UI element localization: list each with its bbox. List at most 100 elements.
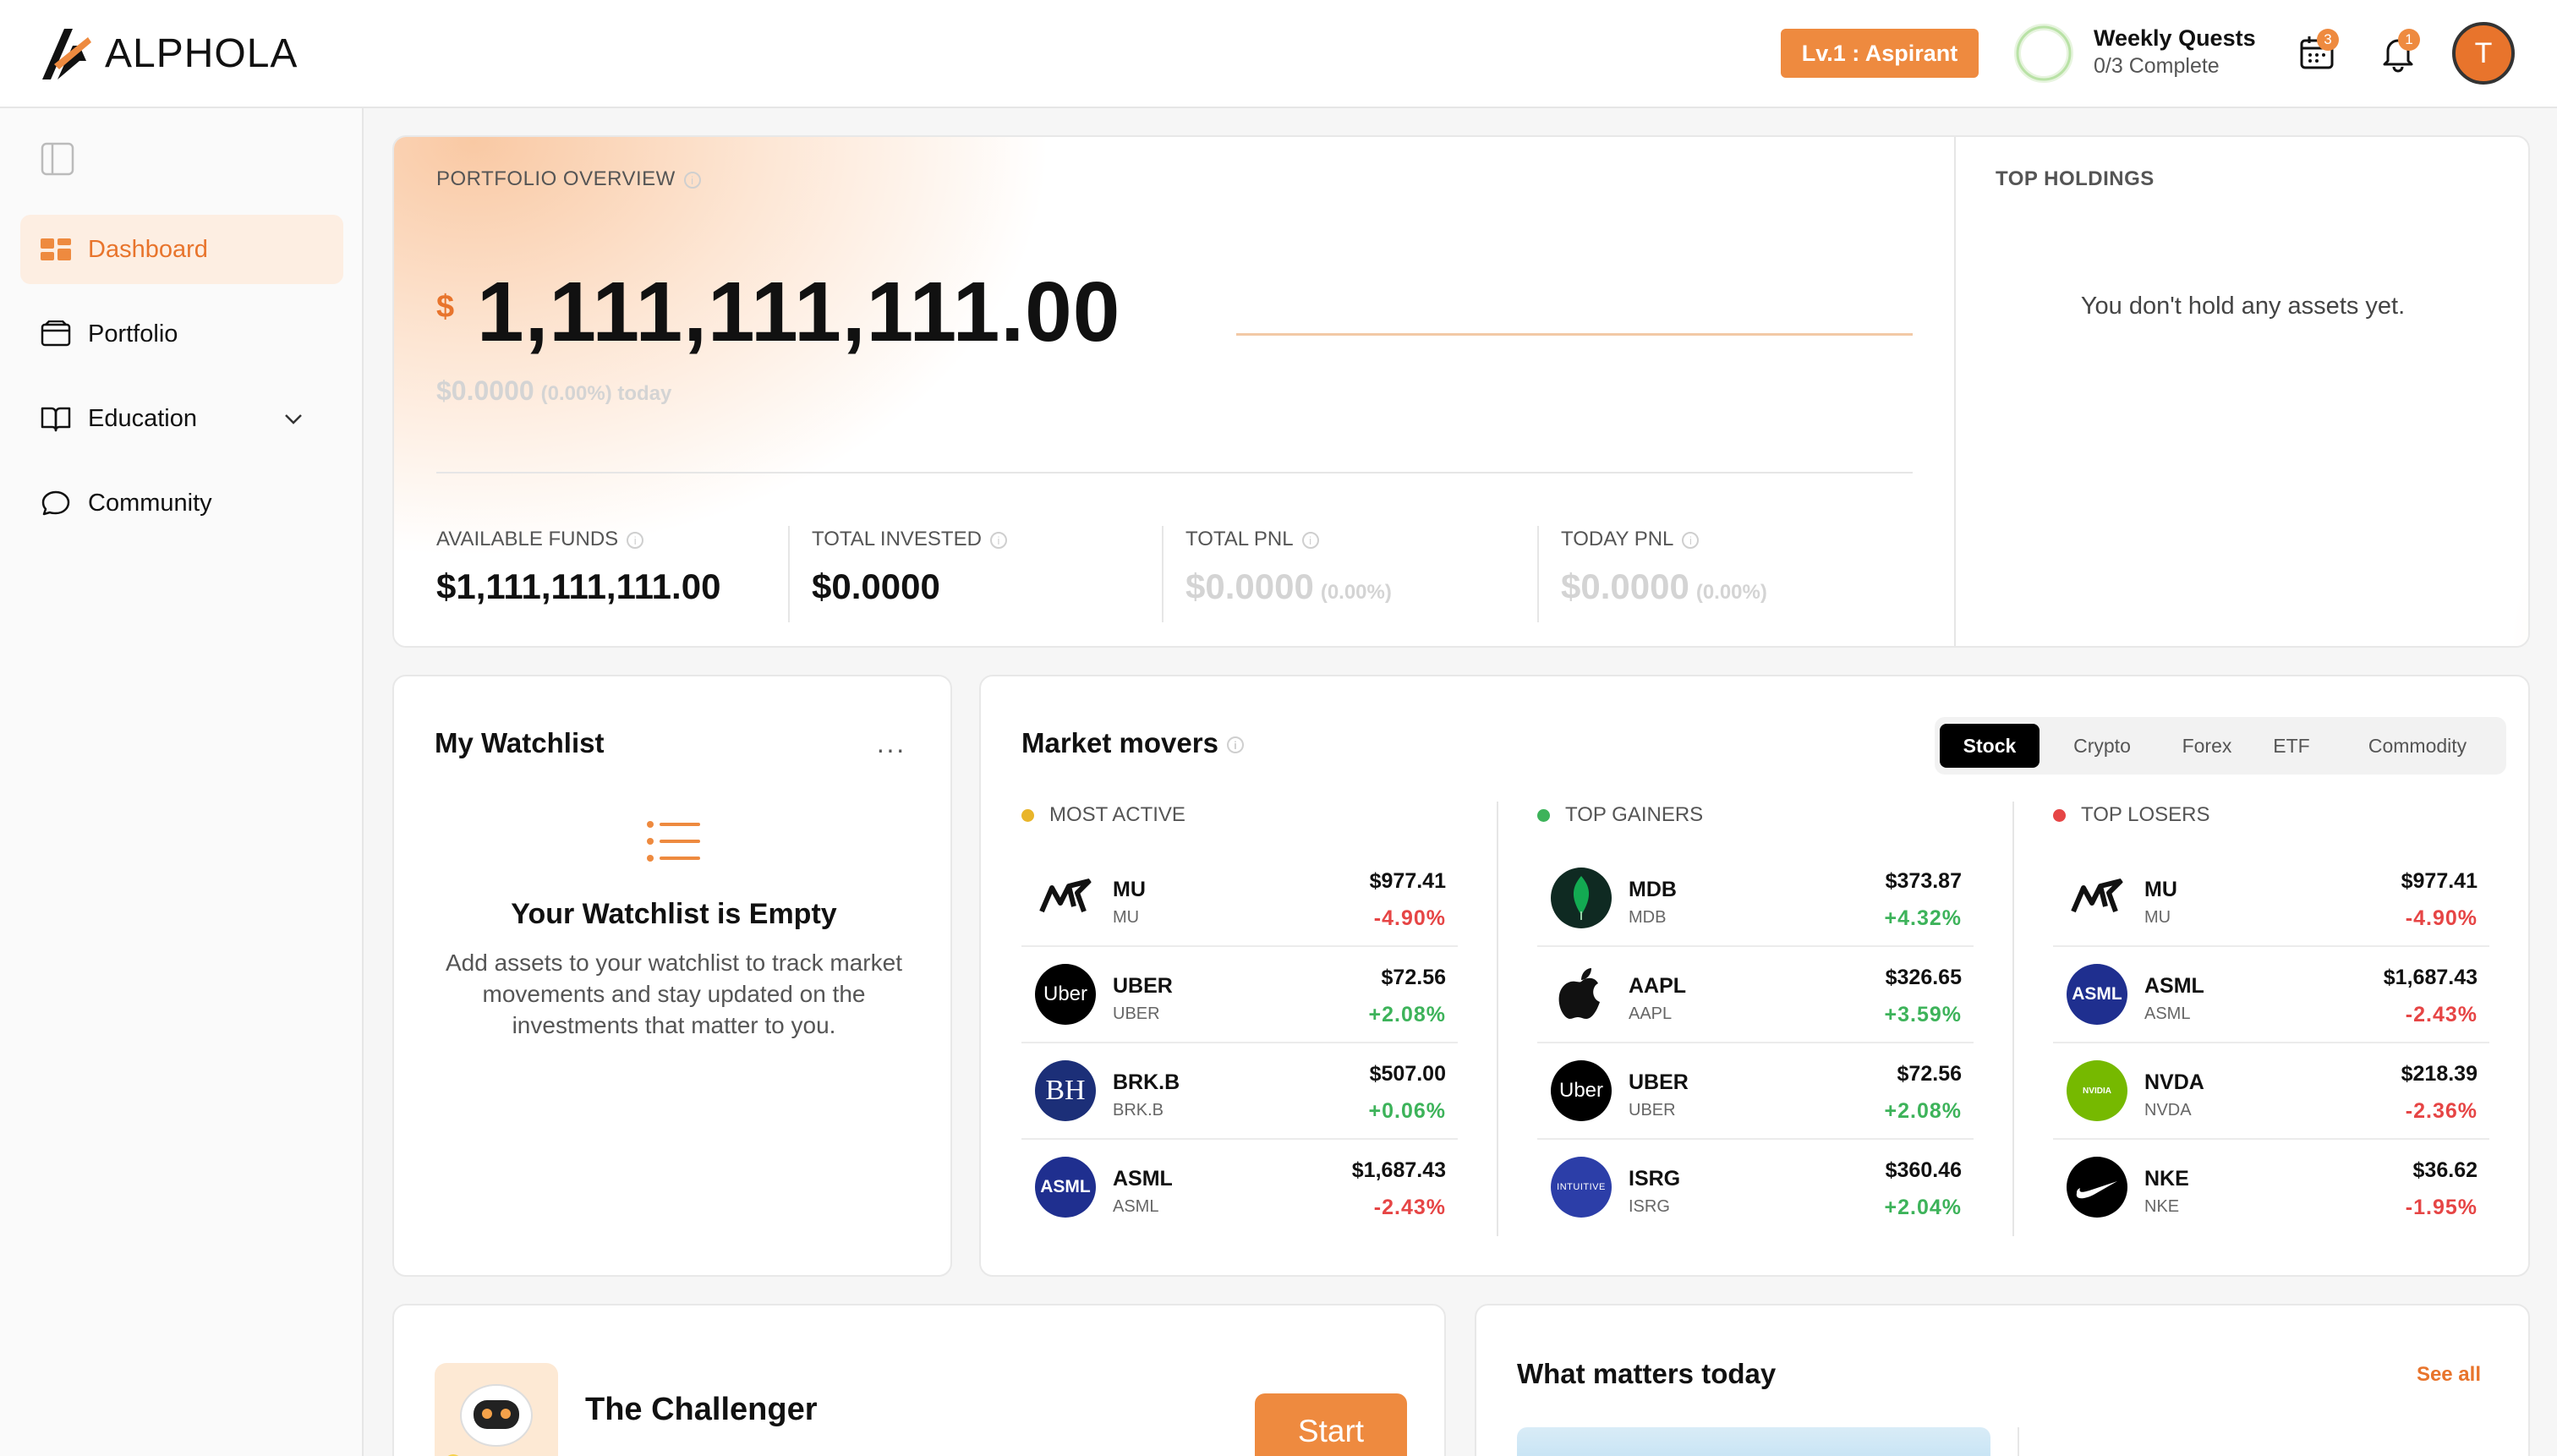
list-item[interactable]: ASML ASML ASML $1,687.43 -2.43% [1021,1140,1458,1236]
app-logo[interactable]: ALPHOLA [39,24,298,83]
decorative-glow [2508,391,2528,646]
robot-mascot-icon [435,1363,558,1456]
alphola-logo-icon [42,29,91,79]
list-item[interactable]: NKE NKE $36.62 -1.95% [2053,1140,2489,1236]
currency-symbol: $ [436,289,455,325]
watchlist-card: My Watchlist ··· Your Watchlist is Empty… [392,675,952,1277]
news-thumbnail[interactable] [1517,1427,1990,1456]
more-options-icon[interactable]: ··· [876,734,906,765]
info-icon[interactable]: i [627,531,644,549]
berkshire-logo-icon: BH [1035,1060,1096,1121]
book-icon [41,407,71,432]
sidebar-item-education[interactable]: Education [20,384,343,453]
news-card: What matters today See all [1475,1304,2530,1456]
divider [1162,526,1164,622]
sidebar: Dashboard Portfolio Education Community [0,108,364,1456]
stat-available-funds: AVAILABLE FUNDS i $1,111,111,111.00 [436,528,721,606]
stat-today-pnl: TODAY PNL i $0.0000 (0.00%) [1561,528,1767,606]
sidebar-item-label: Community [88,489,212,517]
asml-logo-icon: ASML [1035,1157,1096,1218]
calendar-badge: 3 [2317,29,2339,51]
dashboard-icon [41,238,71,260]
uber-logo-icon: Uber [1551,1060,1612,1121]
divider [1954,137,1956,646]
watchlist-empty-title: Your Watchlist is Empty [511,898,837,930]
apple-logo-icon [1551,964,1612,1025]
wallet-icon [41,320,71,347]
stat-total-invested: TOTAL INVESTED i $0.0000 [812,528,1007,607]
tab-commodity[interactable]: Commodity [2334,724,2501,768]
see-all-link[interactable]: See all [2417,1363,2481,1387]
list-item[interactable]: ASML ASML ASML $1,687.43 -2.43% [2053,947,2489,1043]
weekly-quests-progress-ring[interactable] [2012,22,2075,85]
nike-logo-icon [2067,1157,2127,1218]
portfolio-total-value: 1,111,111,111.00 [477,265,1121,359]
notification-badge: 1 [2398,29,2420,51]
logo-text: ALPHOLA [105,30,298,76]
list-item[interactable]: MU MU $977.41 -4.90% [1021,851,1458,947]
tab-stock[interactable]: Stock [1940,724,2040,768]
list-item[interactable]: BH BRK.B BRK.B $507.00 +0.06% [1021,1043,1458,1140]
top-bar: ALPHOLA Lv.1 : Aspirant Weekly Quests 0/… [0,0,2557,108]
divider [2018,1427,2019,1456]
top-holdings-label: TOP HOLDINGS [1996,167,2155,190]
asml-logo-icon: ASML [2067,964,2127,1025]
challenger-title: The Challenger [585,1392,818,1427]
info-icon[interactable]: i [683,171,701,189]
list-item[interactable]: MDB MDB $373.87 +4.32% [1537,851,1974,947]
intuitive-logo-icon: INTUITIVE [1551,1157,1612,1218]
micron-logo-icon [2067,868,2127,928]
status-dot [2053,808,2066,822]
divider [788,526,790,622]
nvidia-logo-icon: NVIDIA [2067,1060,2127,1121]
today-change: $0.0000 (0.00%) today [436,375,672,406]
market-movers-title: Market movers i [1021,727,1244,759]
weekly-quests-status: 0/3 Complete [2094,54,2220,78]
sidebar-item-portfolio[interactable]: Portfolio [20,299,343,369]
status-dot [1021,808,1034,822]
micron-logo-icon [1035,868,1096,928]
mongodb-logo-icon [1551,868,1612,928]
watchlist-empty-description: Add assets to your watchlist to track ma… [446,950,902,1038]
stat-total-pnl: TOTAL PNL i $0.0000 (0.00%) [1185,528,1392,606]
challenger-card: The Challenger Start [392,1304,1446,1456]
portfolio-sparkline [1236,333,1913,336]
list-item[interactable]: MU MU $977.41 -4.90% [2053,851,2489,947]
top-gainers-header: TOP GAINERS [1537,803,1703,827]
news-title: What matters today [1517,1358,1777,1389]
chat-bubble-icon [41,490,70,516]
list-item[interactable]: NVIDIA NVDA NVDA $218.39 -2.36% [2053,1043,2489,1140]
list-item[interactable]: INTUITIVE ISRG ISRG $360.46 +2.04% [1537,1140,1974,1236]
level-badge[interactable]: Lv.1 : Aspirant [1781,29,1979,78]
top-losers-header: TOP LOSERS [2053,803,2210,827]
market-movers-card: Market movers i Stock Crypto Forex ETF Co… [979,675,2530,1277]
tab-forex[interactable]: Forex [2165,724,2249,768]
tab-etf[interactable]: ETF [2256,724,2327,768]
list-item[interactable]: Uber UBER UBER $72.56 +2.08% [1537,1043,1974,1140]
portfolio-overview-label: PORTFOLIO OVERVIEW i [436,167,701,191]
divider [1537,526,1539,622]
sidebar-toggle-icon[interactable] [41,142,74,176]
info-icon[interactable]: i [1682,531,1700,549]
sidebar-item-label: Dashboard [88,235,208,263]
tab-crypto[interactable]: Crypto [2046,724,2158,768]
sidebar-item-community[interactable]: Community [20,468,343,538]
status-dot [1537,808,1550,822]
list-item[interactable]: AAPL AAPL $326.65 +3.59% [1537,947,1974,1043]
sidebar-item-dashboard[interactable]: Dashboard [20,215,343,284]
user-avatar[interactable]: T [2452,22,2515,85]
list-item[interactable]: Uber UBER UBER $72.56 +2.08% [1021,947,1458,1043]
start-button[interactable]: Start [1255,1393,1407,1456]
chevron-down-icon[interactable] [282,408,304,430]
top-holdings-empty-text: You don't hold any assets yet. [2080,293,2406,320]
uber-logo-icon: Uber [1035,964,1096,1025]
info-icon[interactable]: i [1301,531,1319,549]
divider [2012,802,2014,1236]
info-icon[interactable]: i [989,531,1007,549]
most-active-header: MOST ACTIVE [1021,803,1185,827]
sidebar-item-label: Portfolio [88,320,178,348]
portfolio-overview-card: PORTFOLIO OVERVIEW i $ 1,111,111,111.00 $… [392,135,2530,648]
divider [436,472,1913,473]
weekly-quests-title[interactable]: Weekly Quests [2094,25,2256,52]
info-icon[interactable]: i [1226,736,1244,754]
